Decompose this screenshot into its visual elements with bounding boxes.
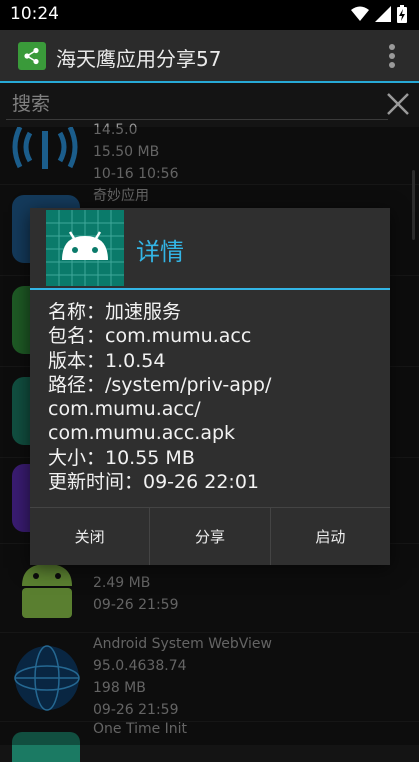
launch-button[interactable]: 启动: [270, 508, 390, 565]
cell-signal-icon: [375, 6, 391, 22]
close-icon[interactable]: [385, 91, 411, 117]
detail-size: 大小：10.55 MB: [48, 446, 195, 469]
app-title: 海天鹰应用分享57: [56, 47, 222, 71]
share-icon: [24, 47, 39, 65]
details-dialog: 详情 名称：加速服务 包名：com.mumu.acc 版本：1.0.54 路径：…: [30, 208, 390, 565]
overflow-menu-icon[interactable]: [389, 44, 397, 70]
app-bar: 海天鹰应用分享57: [0, 30, 419, 83]
wifi-icon: [351, 6, 369, 21]
detail-updated: 更新时间：09-26 22:01: [48, 471, 260, 494]
detail-path-cont: com.mumu.acc/: [48, 398, 201, 421]
detail-name: 名称：加速服务: [48, 301, 182, 323]
search-input[interactable]: [6, 89, 388, 120]
status-time: 10:24: [10, 4, 59, 24]
status-bar: 10:24: [0, 0, 419, 30]
share-button[interactable]: 分享: [150, 508, 271, 565]
share-app-button[interactable]: [18, 42, 46, 70]
dialog-header: 详情: [30, 208, 390, 290]
detail-path: 路径：/system/priv-app/: [48, 373, 272, 396]
search-row: [0, 83, 419, 127]
detail-version: 版本：1.0.54: [48, 349, 166, 372]
detail-path-file: com.mumu.acc.apk: [48, 422, 236, 445]
dialog-buttons: 关闭 分享 启动: [30, 507, 390, 565]
detail-package: 包名：com.mumu.acc: [48, 325, 252, 348]
close-button[interactable]: 关闭: [30, 508, 151, 565]
dialog-title: 详情: [136, 238, 184, 266]
battery-charging-icon: [397, 5, 407, 23]
android-app-icon: [46, 210, 124, 286]
dialog-details: 名称：加速服务 包名：com.mumu.acc 版本：1.0.54 路径：/sy…: [48, 300, 378, 494]
status-icons: [351, 5, 407, 23]
